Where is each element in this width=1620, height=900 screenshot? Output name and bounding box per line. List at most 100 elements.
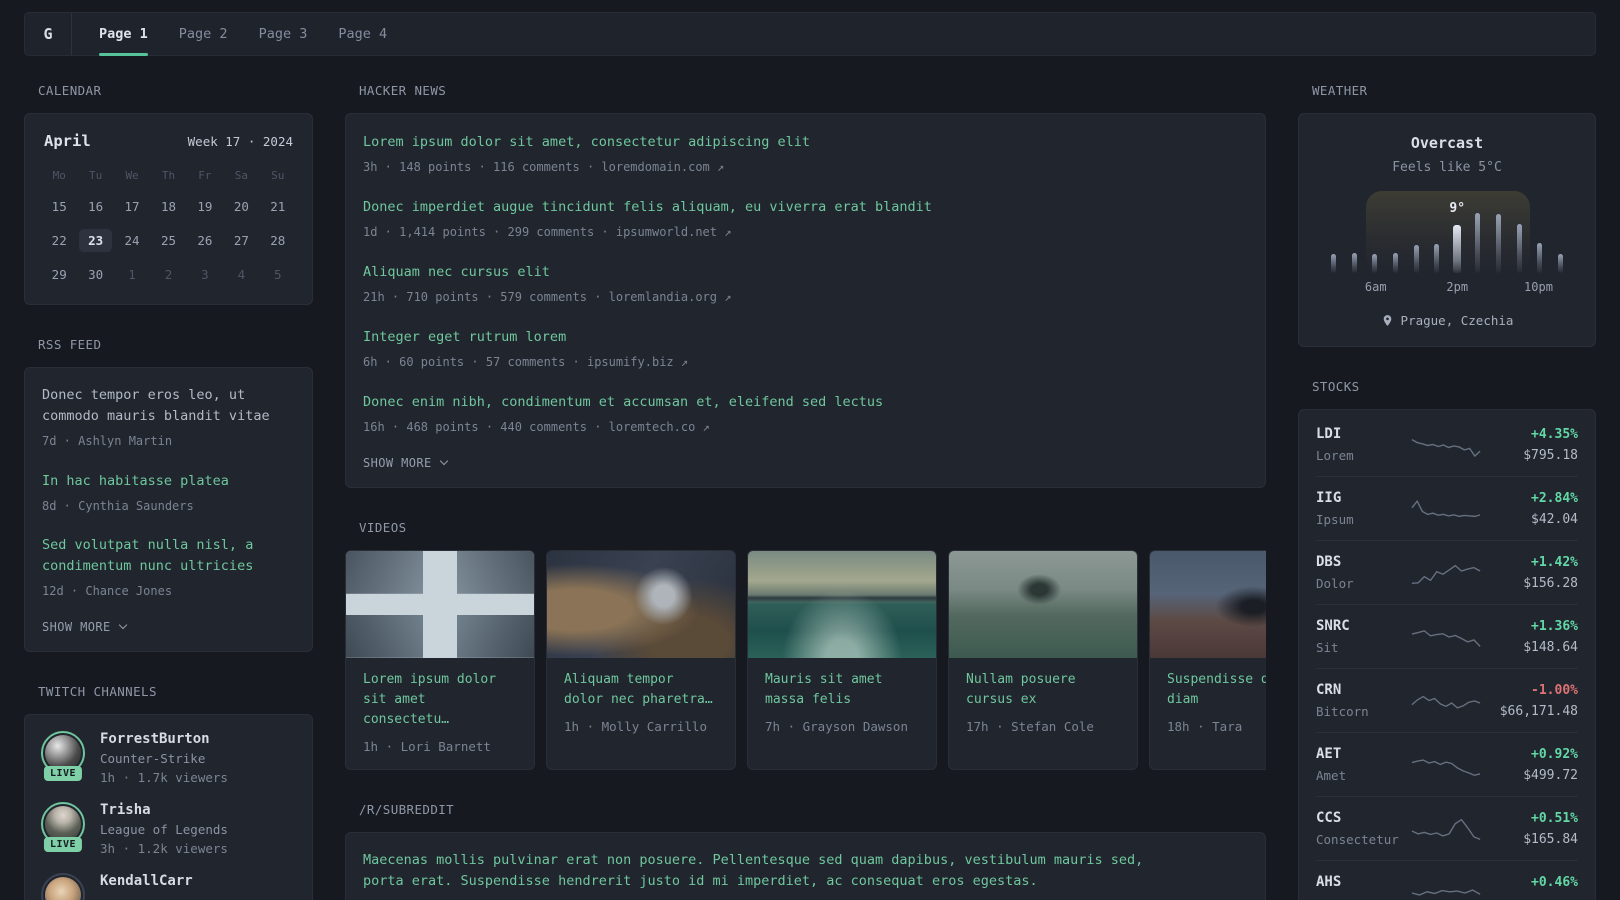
temperature-bar [1391,211,1400,273]
video-card[interactable]: Lorem ipsum dolor sit amet consectetu… 1h… [345,549,535,771]
weather-condition: Overcast [1410,134,1484,152]
calendar-day: 20 [233,199,249,214]
chevron-down-icon [118,620,127,629]
app-logo[interactable]: G [25,13,72,55]
avatar: LIVE [41,730,85,781]
stocks-section: STOCKS LDI Lorem +4.35% $795.18 IIG Ipsum +2.8… [1298,379,1596,900]
rss-title[interactable]: Donec tempor eros leo, ut commodo mauris… [42,385,295,427]
hackernews-list: Lorem ipsum dolor sit amet, consectetur … [363,131,1248,436]
rss-show-more-button[interactable]: SHOW MORE [42,620,295,634]
story-item: Integer eget rutrum lorem 6h · 60 points … [363,326,1248,371]
stock-price: $42.04 [1531,511,1578,527]
calendar-day: 16 [88,199,104,214]
calendar-section: CALENDAR April Week 17 · 2024 Mo Tu We Th Fr… [24,83,313,305]
channel-name: KendallCarr [100,872,193,889]
story-title[interactable]: Aliquam nec cursus elit [363,262,550,283]
video-card[interactable]: Nullam posuere cursus ex 17h · Stefan Col… [948,549,1138,771]
stock-id: SNRC Sit [1316,618,1411,655]
story-title[interactable]: Integer eget rutrum lorem [363,327,566,348]
video-meta: 1h · Lori Barnett [363,739,491,755]
stock-symbol: AHS [1316,874,1342,890]
weather-time-label: 6am [1364,280,1387,294]
story-item: Donec imperdiet augue tincidunt felis al… [363,196,1248,241]
stock-row[interactable]: LDI Lorem +4.35% $795.18 [1316,413,1578,476]
twitch-channel[interactable]: KendallCarr [41,872,296,900]
stock-sparkline [1411,430,1481,460]
stock-row[interactable]: DBS Dolor +1.42% $156.28 [1316,540,1578,604]
stock-symbol: AET [1316,746,1342,762]
story-meta: 3h · 148 points · 116 comments · loremdo… [363,159,725,174]
stock-row[interactable]: CCS Consectetur +0.51% $165.84 [1316,796,1578,860]
story-item: Lorem ipsum dolor sit amet, consectetur … [363,131,1248,176]
weather-feels-like: Feels like 5°C [1392,160,1502,175]
tab-page-3[interactable]: Page 3 [259,13,308,55]
stock-change: +1.42% [1531,554,1578,570]
channel-info: KendallCarr [100,873,193,900]
dashboard-grid: CALENDAR April Week 17 · 2024 Mo Tu We Th Fr… [24,83,1596,900]
weather-section: WEATHER Overcast Feels like 5°C 9° 6am 2p… [1298,83,1596,347]
stock-row[interactable]: SNRC Sit +1.36% $148.64 [1316,604,1578,668]
stock-sparkline [1411,750,1481,780]
temperature-bar [1494,211,1503,273]
video-title: Aliquam tempor dolor nec pharetra… [564,671,713,707]
stock-id: DBS Dolor [1316,554,1411,591]
live-badge: LIVE [43,836,83,852]
stock-row[interactable]: IIG Ipsum +2.84% $42.04 [1316,476,1578,540]
video-card[interactable]: Mauris sit amet massa felis 7h · Grayson … [747,549,937,771]
hackernews-show-more-button[interactable]: SHOW MORE [363,456,1248,470]
calendar-day: 21 [270,199,286,214]
stock-name: Consectetur [1316,832,1399,847]
stock-row[interactable]: AHS +0.46% [1316,860,1578,900]
stock-sparkline [1411,494,1481,524]
video-thumbnail [1150,550,1266,658]
stock-row[interactable]: AET Amet +0.92% $499.72 [1316,732,1578,796]
stock-row[interactable]: CRN Bitcorn -1.00% $66,171.48 [1316,668,1578,732]
tab-page-4[interactable]: Page 4 [338,13,387,55]
subreddit-list: Maecenas mollis pulvinar erat non posuer… [363,850,1248,900]
rss-title[interactable]: In hac habitasse platea [42,471,229,492]
stock-symbol: CCS [1316,810,1342,826]
calendar-day: 30 [88,267,104,282]
stock-id: CCS Consectetur [1316,810,1411,847]
right-column: WEATHER Overcast Feels like 5°C 9° 6am 2p… [1298,83,1596,900]
stock-price: $165.84 [1523,831,1578,847]
stock-quote: +4.35% $795.18 [1523,427,1578,463]
story-title[interactable]: Lorem ipsum dolor sit amet, consectetur … [363,132,810,153]
calendar-day: 24 [124,233,140,248]
stock-quote: +0.46% [1531,875,1578,900]
stock-quote: +2.84% $42.04 [1531,491,1578,527]
stock-name [1316,896,1411,900]
stock-id: AET Amet [1316,746,1411,783]
twitch-channel[interactable]: LIVE ForrestBurton Counter-Strike 1h · 1.7k… [41,730,296,785]
story-title[interactable]: Donec enim nibh, condimentum et accumsan… [363,392,883,413]
weather-location-text: Prague, Czechia [1400,313,1514,328]
stock-name: Ipsum [1316,512,1354,527]
top-nav: G Page 1 Page 2 Page 3 Page 4 [24,12,1596,56]
subreddit-post-title[interactable]: Maecenas mollis pulvinar erat non posuer… [363,850,1168,892]
stock-quote: +0.51% $165.84 [1523,811,1578,847]
video-card[interactable]: Suspendisse quis diam 18h · Tara [1149,549,1266,771]
video-title: Nullam posuere cursus ex [966,671,1076,707]
stock-price: $66,171.48 [1499,703,1578,719]
nav-tabs: Page 1 Page 2 Page 3 Page 4 [72,13,414,56]
show-more-label: SHOW MORE [42,619,111,634]
story-meta: 16h · 468 points · 440 comments · loremt… [363,419,710,434]
live-badge: LIVE [43,765,83,781]
tab-page-2[interactable]: Page 2 [179,13,228,55]
temperature-bar [1329,211,1338,273]
tab-page-1[interactable]: Page 1 [99,13,148,56]
rss-meta: 12d · Chance Jones [42,583,173,598]
calendar-day: 2 [164,267,173,282]
stock-quote: +0.92% $499.72 [1523,747,1578,783]
stock-sparkline [1411,558,1481,588]
rss-meta: 7d · Ashlyn Martin [42,433,173,448]
stock-name: Sit [1316,640,1339,655]
twitch-channel[interactable]: LIVE Trisha League of Legends 3h · 1.2k vie… [41,801,296,856]
story-title[interactable]: Donec imperdiet augue tincidunt felis al… [363,197,932,218]
calendar-month: April [44,132,91,150]
rss-title[interactable]: Sed volutpat nulla nisl, a condimentum n… [42,535,295,577]
calendar-weekday: Fr [198,169,212,182]
avatar-photo [45,876,81,900]
temperature-bar [1535,211,1544,273]
video-card[interactable]: Aliquam tempor dolor nec pharetra… 1h · M… [546,549,736,771]
